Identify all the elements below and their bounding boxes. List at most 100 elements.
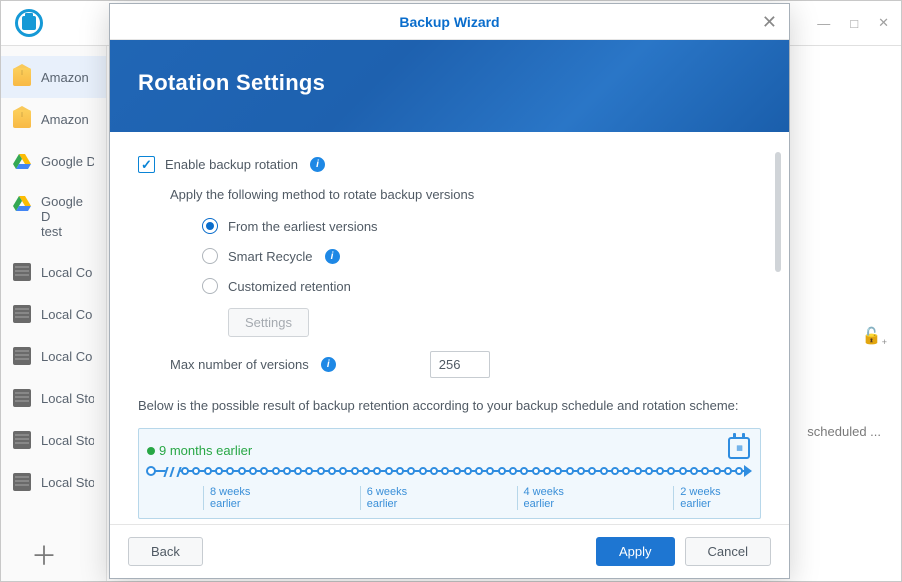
- app-icon: [15, 9, 43, 37]
- timeline-dot: [181, 467, 189, 475]
- modal-title: Backup Wizard: [399, 14, 499, 30]
- retention-description: Below is the possible result of backup r…: [138, 396, 761, 416]
- settings-button: Settings: [228, 308, 309, 337]
- sidebar: Amazon Amazon Google D Google D test: [1, 46, 107, 581]
- timeline-dot: [441, 467, 449, 475]
- timeline-dot: [215, 467, 223, 475]
- scheduled-text: scheduled ...: [807, 424, 881, 439]
- timeline-dot: [317, 467, 325, 475]
- sidebar-item-label: Local Sto: [41, 433, 94, 448]
- google-drive-icon: [13, 194, 31, 212]
- sidebar-item-googledrive-1[interactable]: Google D: [1, 140, 106, 182]
- enable-rotation-checkbox[interactable]: ✓: [138, 156, 155, 173]
- radio-earliest[interactable]: [202, 218, 218, 234]
- sidebar-item-amazon-1[interactable]: Amazon: [1, 56, 106, 98]
- sidebar-item-label: Google D test: [41, 194, 94, 239]
- cancel-button[interactable]: Cancel: [685, 537, 771, 566]
- timeline-scale-item: 8 weeks earlier: [203, 486, 280, 510]
- modal-titlebar: Backup Wizard ✕: [110, 4, 789, 40]
- sidebar-item-label: Amazon: [41, 112, 89, 127]
- timeline-dot: [554, 467, 562, 475]
- timeline-scale-item: 2 weeks earlier: [673, 486, 750, 510]
- sidebar-item-googledrive-2[interactable]: Google D test: [1, 182, 106, 251]
- max-versions-input[interactable]: [430, 351, 490, 378]
- timeline-dot: [656, 467, 664, 475]
- close-window-icon[interactable]: ✕: [878, 15, 889, 31]
- timeline-dot: [260, 467, 268, 475]
- sidebar-item-local-1[interactable]: Local Co: [1, 251, 106, 293]
- radio-customized[interactable]: [202, 278, 218, 294]
- timeline-dot: [283, 467, 291, 475]
- storage-icon: [13, 473, 31, 491]
- timeline-dot: [453, 467, 461, 475]
- timeline-dot: [475, 467, 483, 475]
- sidebar-item-label: Local Co: [41, 307, 92, 322]
- banner-heading: Rotation Settings: [138, 70, 761, 96]
- apply-button[interactable]: Apply: [596, 537, 675, 566]
- back-button[interactable]: Back: [128, 537, 203, 566]
- timeline-dot: [713, 467, 721, 475]
- info-icon[interactable]: i: [310, 157, 325, 172]
- timeline-dot: [339, 467, 347, 475]
- amazon-icon: [13, 68, 31, 86]
- radio-customized-label: Customized retention: [228, 279, 351, 294]
- modal-body: ✓ Enable backup rotation i Apply the fol…: [110, 132, 789, 524]
- timeline-dot: [373, 467, 381, 475]
- sidebar-item-amazon-2[interactable]: Amazon: [1, 98, 106, 140]
- timeline-dot: [204, 467, 212, 475]
- timeline-dot: [577, 467, 585, 475]
- add-button[interactable]: ＋: [31, 536, 57, 573]
- enable-rotation-label: Enable backup rotation: [165, 157, 298, 172]
- modal-footer: Back Apply Cancel: [110, 524, 789, 578]
- sidebar-item-local-2[interactable]: Local Co: [1, 293, 106, 335]
- timeline-dot: [532, 467, 540, 475]
- timeline-dot: [385, 467, 393, 475]
- close-icon[interactable]: ✕: [762, 12, 777, 33]
- timeline-dot: [679, 467, 687, 475]
- timeline-dot: [419, 467, 427, 475]
- google-drive-icon: [13, 152, 31, 170]
- timeline-dot: [464, 467, 472, 475]
- radio-smart-label: Smart Recycle: [228, 249, 313, 264]
- modal-banner: Rotation Settings: [110, 40, 789, 132]
- lock-icon[interactable]: 🔓+: [862, 326, 887, 347]
- timeline-dot: [407, 467, 415, 475]
- sidebar-item-local-6[interactable]: Local Sto: [1, 461, 106, 503]
- storage-icon: [13, 347, 31, 365]
- sidebar-item-local-5[interactable]: Local Sto: [1, 419, 106, 461]
- timeline-scale-item: 6 weeks earlier: [360, 486, 437, 510]
- timeline-preview: ▦ 9 months earlier 8 weeks earlier 6 wee…: [138, 428, 761, 519]
- sidebar-item-label: Local Sto: [41, 475, 94, 490]
- timeline-dot: [396, 467, 404, 475]
- timeline-track: [149, 464, 750, 478]
- info-icon[interactable]: i: [321, 357, 336, 372]
- max-versions-label: Max number of versions: [170, 357, 309, 372]
- timeline-dot: [543, 467, 551, 475]
- sidebar-item-local-3[interactable]: Local Co: [1, 335, 106, 377]
- timeline-dot: [588, 467, 596, 475]
- timeline-dot: [328, 467, 336, 475]
- timeline-dot: [667, 467, 675, 475]
- backup-wizard-modal: Backup Wizard ✕ Rotation Settings ✓ Enab…: [109, 3, 790, 579]
- timeline-dot: [622, 467, 630, 475]
- sidebar-item-label: Local Co: [41, 349, 92, 364]
- timeline-dot: [645, 467, 653, 475]
- timeline-dot: [498, 467, 506, 475]
- radio-smart-recycle[interactable]: [202, 248, 218, 264]
- sidebar-item-label: Amazon: [41, 70, 89, 85]
- amazon-icon: [13, 110, 31, 128]
- timeline-dot: [600, 467, 608, 475]
- info-icon[interactable]: i: [325, 249, 340, 264]
- timeline-dot: [735, 467, 743, 475]
- timeline-dot: [351, 467, 359, 475]
- sidebar-item-label: Local Co: [41, 265, 92, 280]
- timeline-dot: [249, 467, 257, 475]
- timeline-dot: [362, 467, 370, 475]
- minimize-icon[interactable]: —: [817, 16, 830, 31]
- timeline-dot: [272, 467, 280, 475]
- sidebar-item-local-4[interactable]: Local Sto: [1, 377, 106, 419]
- maximize-icon[interactable]: □: [850, 16, 858, 31]
- scrollbar[interactable]: [775, 152, 781, 272]
- timeline-dot: [509, 467, 517, 475]
- timeline-scale: 8 weeks earlier 6 weeks earlier 4 weeks …: [203, 486, 750, 510]
